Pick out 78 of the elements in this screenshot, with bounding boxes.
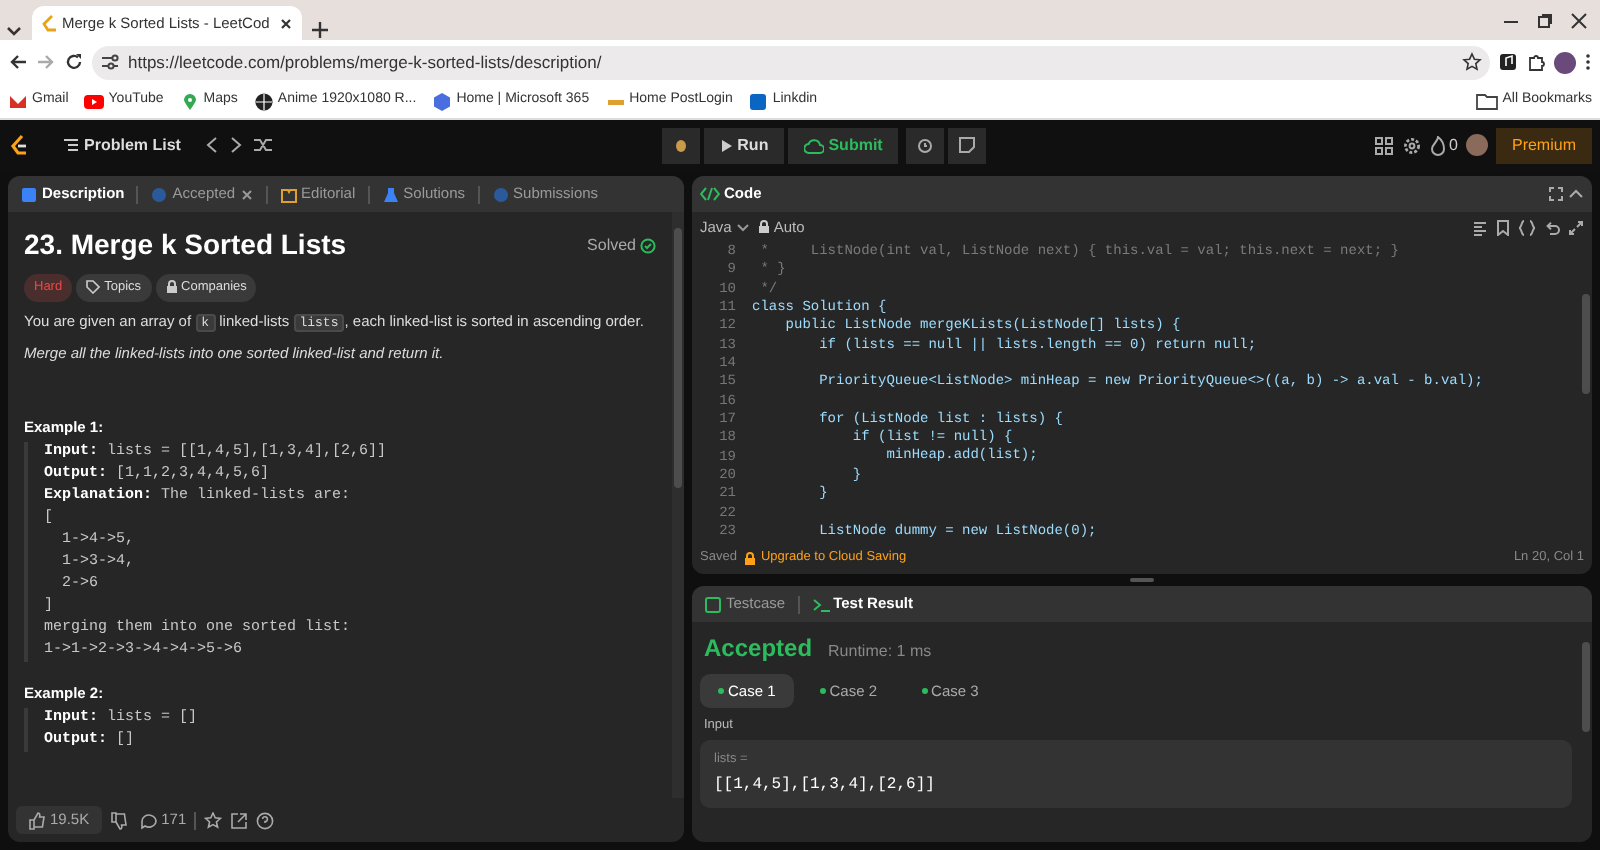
lock-icon bbox=[165, 280, 178, 295]
thumbs-up-icon bbox=[28, 811, 46, 829]
avatar-icon[interactable] bbox=[1554, 51, 1576, 73]
url-text: https://leetcode.com/problems/merge-k-sorted-lists/description/ bbox=[128, 49, 604, 75]
lock-icon bbox=[744, 551, 757, 565]
undo-icon[interactable] bbox=[1544, 219, 1560, 236]
help-icon[interactable] bbox=[256, 811, 275, 829]
submit-button[interactable]: Submit bbox=[788, 127, 899, 163]
extension-icon[interactable] bbox=[1498, 52, 1518, 72]
timer-button[interactable] bbox=[906, 127, 945, 163]
debug-button[interactable] bbox=[661, 127, 700, 163]
check-circle-icon bbox=[640, 237, 656, 253]
caret-icon bbox=[735, 221, 750, 234]
notes-button[interactable] bbox=[948, 127, 987, 163]
reload-icon[interactable] bbox=[64, 52, 84, 72]
play-icon bbox=[719, 137, 734, 153]
verdict-text: Accepted bbox=[704, 632, 813, 666]
globe-icon bbox=[253, 91, 274, 111]
problem-list-button[interactable]: Problem List bbox=[46, 127, 197, 163]
status-dot-icon bbox=[921, 688, 928, 695]
runtime-text: Runtime: 1 ms bbox=[828, 640, 932, 664]
address-bar[interactable]: https://leetcode.com/problems/merge-k-sorted-lists/description/ bbox=[92, 45, 1490, 79]
alarm-clock-icon bbox=[916, 136, 935, 154]
comment-icon bbox=[139, 811, 158, 829]
lock-icon bbox=[757, 220, 770, 235]
checkbox-icon bbox=[704, 595, 722, 613]
folder-icon bbox=[1476, 92, 1499, 110]
close-icon[interactable] bbox=[278, 15, 294, 31]
logo-icon[interactable] bbox=[8, 133, 30, 157]
note-icon bbox=[958, 136, 977, 154]
solved-status: Solved bbox=[587, 233, 656, 257]
code-brackets-icon bbox=[700, 185, 720, 202]
close-icon[interactable] bbox=[1570, 11, 1588, 29]
layout-grid-icon[interactable] bbox=[1373, 135, 1394, 155]
format-icon[interactable] bbox=[1472, 219, 1488, 236]
bookmark-icon[interactable] bbox=[1496, 219, 1510, 236]
share-icon[interactable] bbox=[230, 811, 249, 829]
more-icon[interactable] bbox=[1584, 52, 1592, 72]
plus-icon[interactable] bbox=[310, 20, 330, 40]
envelope-icon bbox=[8, 91, 28, 111]
back-icon[interactable] bbox=[8, 52, 28, 72]
tag-icon bbox=[86, 280, 101, 295]
streak-counter[interactable]: 0 bbox=[1429, 133, 1458, 157]
list-icon bbox=[62, 136, 80, 154]
flask-icon bbox=[381, 185, 400, 203]
map-pin-icon bbox=[179, 91, 200, 111]
play-icon bbox=[84, 91, 105, 111]
resize-handle[interactable] bbox=[1130, 578, 1154, 582]
cloud-upload-icon bbox=[804, 137, 825, 153]
restore-icon[interactable] bbox=[1536, 11, 1554, 29]
collapse-icon[interactable] bbox=[1568, 185, 1584, 202]
input-value: [[1,4,5],[1,3,4],[2,6]] bbox=[714, 773, 937, 798]
status-dot-icon bbox=[718, 688, 724, 695]
star-icon[interactable] bbox=[1462, 52, 1482, 72]
code-logo-icon bbox=[40, 14, 58, 32]
avatar-icon[interactable] bbox=[1465, 134, 1488, 156]
flame-icon bbox=[1429, 135, 1446, 155]
puzzle-icon[interactable] bbox=[1526, 52, 1546, 72]
premium-button[interactable]: Premium bbox=[1495, 127, 1592, 163]
square-icon bbox=[748, 91, 769, 111]
expand-icon[interactable] bbox=[1568, 219, 1584, 236]
problem-title: 23. Merge k Sorted Lists bbox=[24, 226, 347, 264]
book-icon bbox=[279, 185, 298, 203]
close-icon bbox=[239, 187, 254, 201]
terminal-icon bbox=[811, 595, 830, 613]
settings-icon[interactable] bbox=[1401, 135, 1422, 155]
fullscreen-icon[interactable] bbox=[1548, 185, 1564, 202]
braces-icon[interactable] bbox=[1518, 219, 1536, 236]
run-button[interactable]: Run bbox=[703, 127, 785, 163]
site-info-icon[interactable] bbox=[100, 52, 120, 72]
shuffle-icon[interactable] bbox=[252, 136, 275, 154]
star-icon[interactable] bbox=[204, 811, 223, 829]
thumbs-down-icon[interactable] bbox=[109, 811, 128, 829]
chevron-left-icon[interactable] bbox=[204, 136, 221, 154]
chevron-right-icon[interactable] bbox=[228, 136, 245, 154]
document-icon bbox=[20, 185, 38, 203]
hexagon-icon bbox=[432, 91, 453, 111]
status-dot-icon bbox=[819, 688, 826, 695]
